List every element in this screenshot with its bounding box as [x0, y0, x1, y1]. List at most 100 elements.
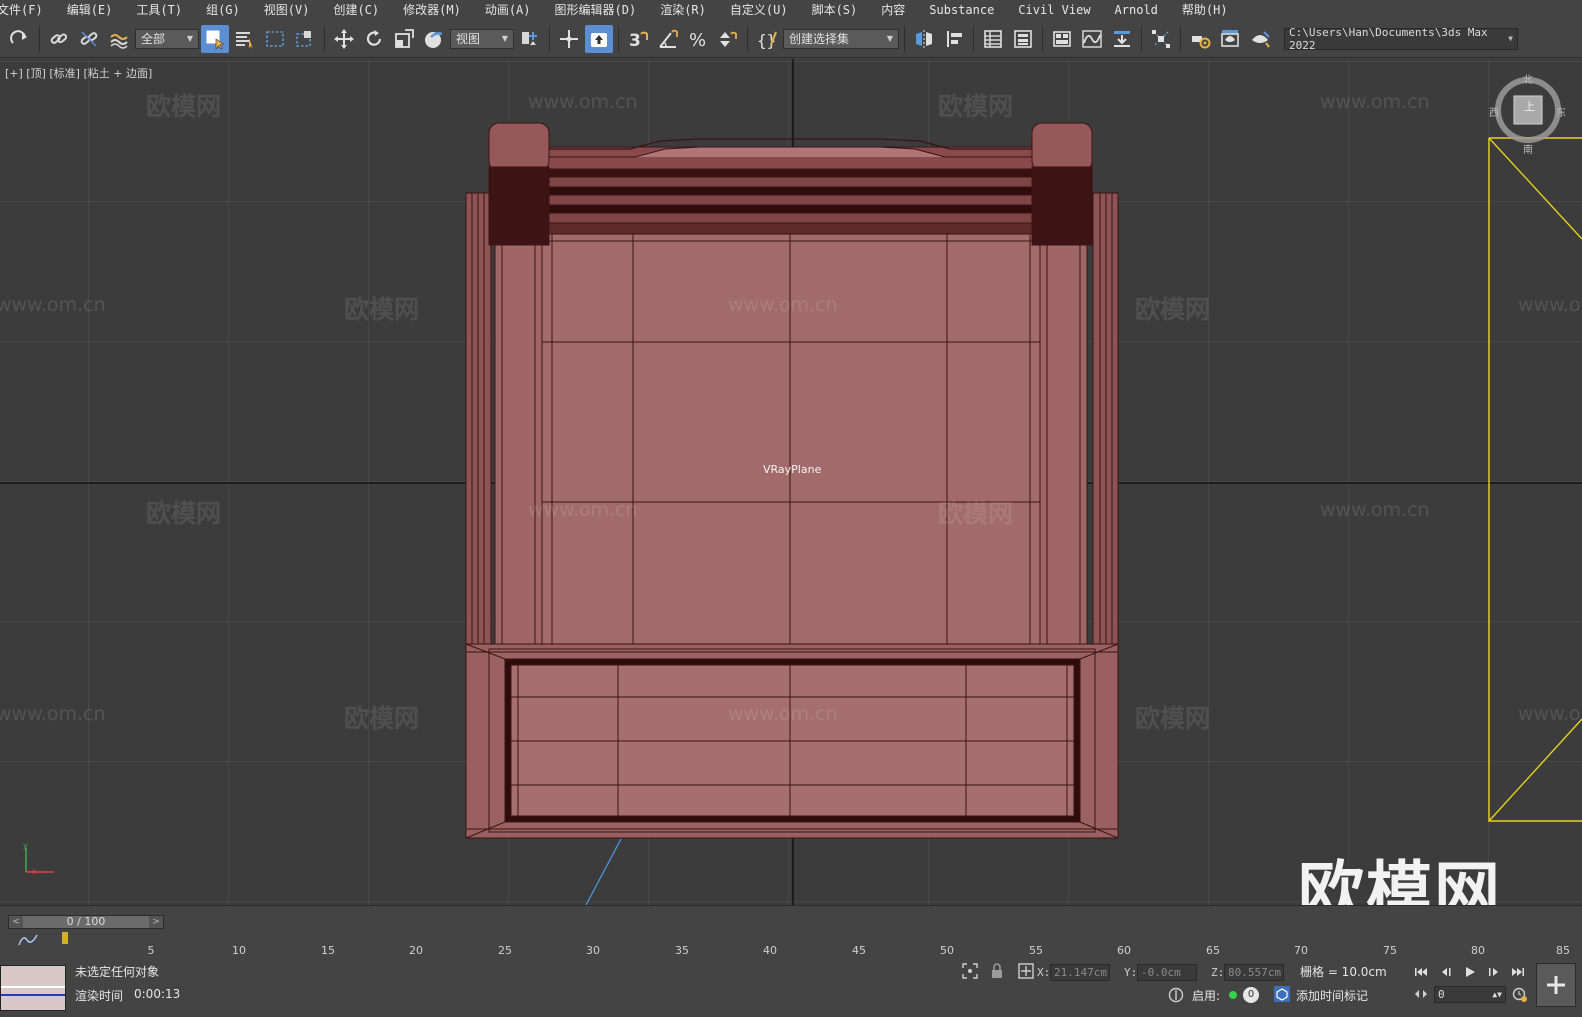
toggle-ribbon-icon[interactable]	[1048, 25, 1076, 53]
isolate-selection-icon[interactable]	[962, 963, 978, 979]
play-icon[interactable]	[1459, 964, 1481, 980]
viewcube-north[interactable]: 北	[1523, 71, 1533, 86]
object-label[interactable]: VRayPlane	[763, 463, 821, 476]
angle-snap-icon[interactable]	[654, 25, 682, 53]
render-production-icon[interactable]	[1246, 25, 1274, 53]
y-label: Y:	[1124, 966, 1138, 979]
adaptive-degradation-icon[interactable]	[1168, 987, 1184, 1003]
edit-named-selection-icon[interactable]: {}	[753, 25, 781, 53]
keyboard-shortcut-override-icon[interactable]	[585, 24, 613, 53]
watermark-url: www.om.cn	[0, 294, 106, 316]
pivot-center-icon[interactable]	[516, 25, 544, 53]
mini-curve-editor-icon[interactable]	[18, 933, 38, 947]
absolute-mode-icon[interactable]	[1018, 963, 1034, 979]
curve-editor-icon[interactable]	[1078, 25, 1106, 53]
spinner-snap-icon[interactable]	[714, 25, 742, 53]
menu-rendering[interactable]: 渲染(R)	[648, 0, 718, 20]
menu-scripting[interactable]: 脚本(S)	[800, 0, 870, 20]
named-selection-set-dropdown[interactable]: 创建选择集 ▼	[783, 28, 899, 49]
scale-icon[interactable]	[390, 25, 418, 53]
menu-civil-view[interactable]: Civil View	[1006, 0, 1102, 20]
redo-icon[interactable]	[6, 25, 34, 53]
menu-animation[interactable]: 动画(A)	[473, 0, 543, 20]
viewcube-east[interactable]: 东	[1556, 104, 1566, 119]
spinner-icon: ▲▼	[1492, 990, 1502, 999]
menu-group[interactable]: 组(G)	[194, 0, 252, 20]
maxscript-listener-mini[interactable]	[0, 965, 66, 1011]
y-coordinate-field[interactable]: -0.0cm	[1137, 964, 1197, 981]
viewport-top[interactable]: [+] [顶] [标准] [粘土 + 边面] 欧模网 www.om.cn 欧模网…	[0, 59, 1582, 905]
material-editor-icon[interactable]	[1147, 25, 1175, 53]
move-icon[interactable]	[330, 25, 358, 53]
menu-substance[interactable]: Substance	[917, 0, 1006, 20]
viewcube-face-top[interactable]: 上	[1524, 98, 1535, 114]
select-by-name-icon[interactable]	[231, 25, 259, 53]
select-object-icon[interactable]	[201, 24, 229, 53]
plus-icon	[1547, 976, 1565, 994]
menu-customize[interactable]: 自定义(U)	[718, 0, 800, 20]
select-manipulate-icon[interactable]	[555, 25, 583, 53]
unlink-icon[interactable]	[75, 25, 103, 53]
key-mode-icon[interactable]	[1414, 987, 1428, 1001]
align-icon[interactable]	[940, 25, 968, 53]
rectangular-selection-region-icon[interactable]	[261, 25, 289, 53]
rendered-frame-window-icon[interactable]	[1216, 25, 1244, 53]
previous-frame-icon[interactable]: <	[9, 916, 23, 928]
bind-space-warp-icon[interactable]	[105, 25, 133, 53]
watermark-url: www.om.cn	[728, 294, 838, 316]
menu-modifiers[interactable]: 修改器(M)	[391, 0, 473, 20]
render-setup-icon[interactable]	[1186, 25, 1214, 53]
viewcube-south[interactable]: 南	[1523, 141, 1533, 156]
watermark: 欧模网	[1135, 704, 1211, 733]
menu-views[interactable]: 视图(V)	[252, 0, 322, 20]
previous-key-icon[interactable]	[1435, 964, 1457, 980]
tick-label: 50	[940, 944, 954, 957]
z-coordinate-field[interactable]: 80.557cm	[1224, 964, 1284, 981]
x-coordinate-field[interactable]: 21.147cm	[1050, 964, 1110, 981]
rotate-icon[interactable]	[360, 25, 388, 53]
scene-explorer-icon[interactable]	[979, 25, 1007, 53]
menu-graph-editors[interactable]: 图形编辑器(D)	[543, 0, 649, 20]
mirror-icon[interactable]	[910, 25, 938, 53]
menu-file[interactable]: 文件(F)	[0, 0, 55, 20]
project-path-field[interactable]: C:\Users\Han\Documents\3ds Max 2022 ▼	[1284, 26, 1518, 52]
add-time-tag-button[interactable]: 添加时间标记	[1296, 987, 1368, 1004]
menu-tools[interactable]: 工具(T)	[124, 0, 194, 20]
menu-create[interactable]: 创建(C)	[321, 0, 391, 20]
menu-help[interactable]: 帮助(H)	[1170, 0, 1240, 20]
layer-explorer-icon[interactable]	[1009, 25, 1037, 53]
selection-filter-dropdown[interactable]: 全部 ▼	[135, 28, 199, 49]
status-green-dot	[1229, 991, 1237, 999]
watermark: 欧模网	[344, 295, 420, 324]
watermark-url: www.om.cn	[1320, 499, 1430, 521]
window-crossing-icon[interactable]	[291, 25, 319, 53]
viewcube[interactable]: 上 北 南 东 西	[1488, 71, 1568, 156]
percent-snap-icon[interactable]: %	[684, 25, 712, 53]
go-to-end-icon[interactable]	[1507, 964, 1529, 980]
time-slider[interactable]: < 0 / 100 >	[8, 915, 164, 929]
go-to-start-icon[interactable]	[1410, 964, 1432, 980]
reference-coordinate-dropdown[interactable]: 视图 ▼	[450, 28, 514, 49]
chevron-down-icon: ▼	[501, 34, 508, 43]
viewport-label[interactable]: [+] [顶] [标准] [粘土 + 边面]	[5, 65, 152, 81]
menu-edit[interactable]: 编辑(E)	[55, 0, 125, 20]
toolbar-separator	[324, 25, 325, 52]
placement-icon[interactable]	[420, 25, 448, 53]
time-configuration-icon[interactable]	[1512, 987, 1528, 1003]
set-key-button[interactable]	[1536, 963, 1576, 1007]
time-tag-icon[interactable]	[1274, 986, 1290, 1002]
watermark-url: www.om.cn	[1518, 703, 1582, 725]
viewcube-west[interactable]: 西	[1489, 104, 1499, 119]
next-frame-icon[interactable]: >	[149, 916, 163, 928]
tick-label: 80	[1471, 944, 1485, 957]
reference-coordinate-value: 视图	[456, 32, 481, 46]
menu-content[interactable]: 内容	[869, 0, 917, 20]
link-icon[interactable]	[45, 25, 73, 53]
current-frame-field[interactable]: 0 ▲▼	[1434, 986, 1506, 1003]
next-key-icon[interactable]	[1483, 964, 1505, 980]
snaps-toggle-icon[interactable]: 3	[624, 25, 652, 53]
schematic-view-icon[interactable]	[1108, 25, 1136, 53]
track-bar[interactable]: 5 10 15 20 25 30 35 40 45 50 55 60 65 70…	[62, 932, 1582, 958]
menu-arnold[interactable]: Arnold	[1103, 0, 1170, 20]
selection-lock-icon[interactable]	[990, 963, 1004, 979]
